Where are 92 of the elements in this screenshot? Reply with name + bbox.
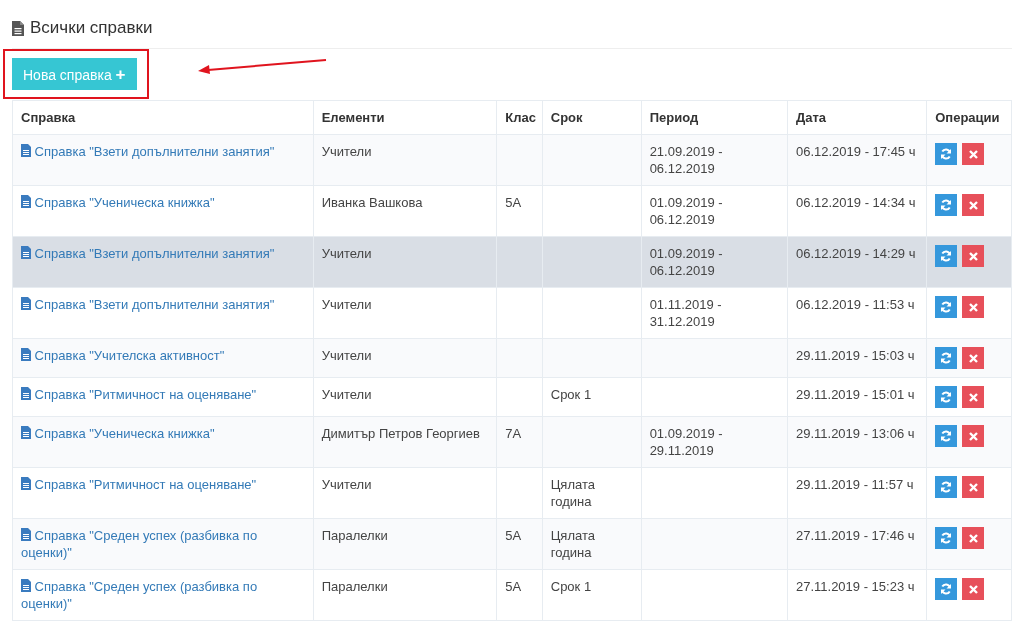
document-icon <box>21 387 31 400</box>
table-cell: Учители <box>321 246 372 261</box>
refresh-icon <box>940 352 953 364</box>
table-cell: 06.12.2019 - 14:29 ч <box>795 246 916 261</box>
column-header: Елементи <box>313 100 497 135</box>
table-cell: 06.12.2019 - 14:34 ч <box>795 195 916 210</box>
close-icon <box>968 200 978 210</box>
column-header: Справка <box>12 100 314 135</box>
table-cell: Паралелки <box>321 579 388 594</box>
document-icon <box>21 426 31 439</box>
refresh-button[interactable] <box>935 425 958 447</box>
document-icon <box>21 246 31 259</box>
refresh-button[interactable] <box>935 245 958 267</box>
refresh-icon <box>940 148 953 160</box>
table-cell: Димитър Петров Георгиев <box>321 426 480 441</box>
delete-button[interactable] <box>962 347 985 369</box>
delete-button[interactable] <box>962 194 985 216</box>
table-cell: 29.11.2019 - 15:01 ч <box>795 387 915 402</box>
document-icon <box>21 579 31 592</box>
refresh-icon <box>940 391 953 403</box>
delete-button[interactable] <box>962 245 985 267</box>
table-cell: 01.09.2019 - 06.12.2019 <box>649 195 723 227</box>
column-header: Срок <box>542 100 642 135</box>
close-icon <box>968 353 978 363</box>
table-cell: 27.11.2019 - 15:23 ч <box>795 579 915 594</box>
refresh-button[interactable] <box>935 578 958 600</box>
table-cell: Цялата година <box>550 528 595 560</box>
table-cell: 01.09.2019 - 06.12.2019 <box>649 246 723 278</box>
close-icon <box>968 482 978 492</box>
delete-button[interactable] <box>962 578 985 600</box>
refresh-icon <box>940 532 953 544</box>
refresh-button[interactable] <box>935 296 958 318</box>
table-cell: 29.11.2019 - 15:03 ч <box>795 348 915 363</box>
close-icon <box>968 533 978 543</box>
delete-button[interactable] <box>962 386 985 408</box>
document-icon <box>21 297 31 310</box>
page-title: Всички справки <box>30 18 153 38</box>
table-cell: Учители <box>321 144 372 159</box>
table-cell: Срок 1 <box>550 387 592 402</box>
table-cell: Учители <box>321 348 372 363</box>
delete-button[interactable] <box>962 296 985 318</box>
table-cell: 29.11.2019 - 13:06 ч <box>795 426 915 441</box>
refresh-button[interactable] <box>935 143 958 165</box>
refresh-button[interactable] <box>935 476 958 498</box>
table-cell: Иванка Вашкова <box>321 195 423 210</box>
refresh-button[interactable] <box>935 386 958 408</box>
close-icon <box>968 431 978 441</box>
table-cell: 5А <box>505 579 522 594</box>
refresh-icon <box>940 199 953 211</box>
close-icon <box>968 392 978 402</box>
table-cell: 06.12.2019 - 17:45 ч <box>795 144 916 159</box>
column-header: Дата <box>787 100 927 135</box>
delete-button[interactable] <box>962 143 985 165</box>
column-header: Операции <box>926 100 1012 135</box>
delete-button[interactable] <box>962 527 985 549</box>
close-icon <box>968 149 978 159</box>
document-icon <box>21 144 31 157</box>
table-cell: Учители <box>321 477 372 492</box>
refresh-button[interactable] <box>935 194 958 216</box>
document-icon <box>21 195 31 208</box>
close-icon <box>968 302 978 312</box>
document-icon <box>21 528 31 541</box>
table-cell: 01.11.2019 - 31.12.2019 <box>649 297 722 329</box>
refresh-icon <box>940 430 953 442</box>
table-cell: 06.12.2019 - 11:53 ч <box>795 297 915 312</box>
refresh-icon <box>940 301 953 313</box>
delete-button[interactable] <box>962 476 985 498</box>
delete-button[interactable] <box>962 425 985 447</box>
column-header: Клас <box>496 100 543 135</box>
table-cell: Срок 1 <box>550 579 592 594</box>
document-icon <box>21 477 31 490</box>
refresh-icon <box>940 481 953 493</box>
refresh-icon <box>940 250 953 262</box>
column-header: Период <box>641 100 788 135</box>
close-icon <box>968 251 978 261</box>
table-cell: 21.09.2019 - 06.12.2019 <box>649 144 723 176</box>
table-cell: Учители <box>321 387 372 402</box>
refresh-icon <box>940 583 953 595</box>
document-icon <box>21 348 31 361</box>
table-cell: 7А <box>505 426 522 441</box>
table-cell: 01.09.2019 - 29.11.2019 <box>649 426 723 458</box>
table-cell: Учители <box>321 297 372 312</box>
table-cell: 5А <box>505 195 522 210</box>
table-cell: Цялата година <box>550 477 595 509</box>
document-icon <box>12 20 24 36</box>
refresh-button[interactable] <box>935 347 958 369</box>
table-cell: 27.11.2019 - 17:46 ч <box>795 528 915 543</box>
table-cell: Паралелки <box>321 528 388 543</box>
refresh-button[interactable] <box>935 527 958 549</box>
table-cell: 5А <box>505 528 522 543</box>
close-icon <box>968 584 978 594</box>
table-cell: 29.11.2019 - 11:57 ч <box>795 477 914 492</box>
